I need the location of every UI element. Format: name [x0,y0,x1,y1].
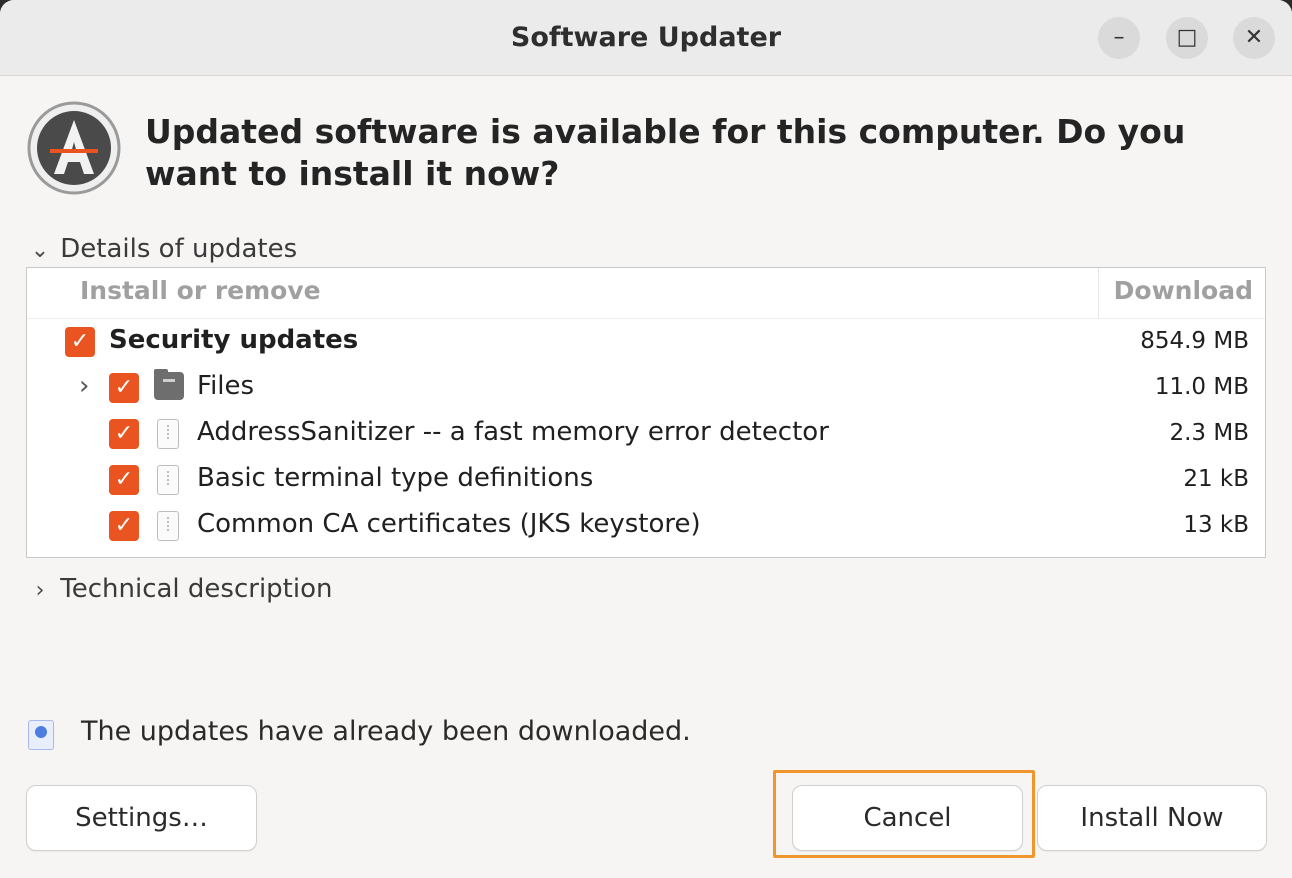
row-name: AddressSanitizer -- a fast memory error … [197,417,829,447]
checkbox[interactable] [109,557,139,558]
close-icon: ✕ [1244,25,1264,50]
title-bar[interactable]: Software Updater – □ ✕ [0,0,1292,76]
checkbox[interactable]: ✓ [109,373,139,403]
update-headline: Updated software is available for this c… [145,112,1186,193]
row-size: 21 kB [1183,466,1249,492]
package-icon [157,419,179,449]
technical-description-expander[interactable]: › Technical description [28,572,333,606]
table-row-security-updates[interactable]: ✓ Security updates 854.9 MB [27,319,1265,365]
minimize-icon: – [1113,25,1125,50]
details-expander-label: Details of updates [60,234,298,264]
row-size: 854.9 MB [1140,328,1249,354]
download-info-icon [28,720,54,750]
package-icon [157,557,179,558]
updates-table: Install or remove Download ✓ Security up… [26,267,1266,558]
table-row[interactable]: ✓ AddressSanitizer -- a fast memory erro… [27,411,1265,457]
package-icon [157,511,179,541]
table-row[interactable]: › ✓ Files 11.0 MB [27,365,1265,411]
chevron-right-icon[interactable]: › [79,371,89,401]
table-row[interactable]: ✓ Basic terminal type definitions 21 kB [27,457,1265,503]
software-updater-icon [27,101,121,195]
table-header: Install or remove Download [27,268,1265,319]
maximize-icon: □ [1176,25,1198,50]
checkbox[interactable]: ✓ [109,419,139,449]
column-header-download[interactable]: Download [1114,276,1253,305]
technical-expander-label: Technical description [60,574,333,604]
minimize-button[interactable]: – [1098,17,1140,59]
maximize-button[interactable]: □ [1166,17,1208,59]
checkbox[interactable]: ✓ [65,327,95,357]
row-name: Common CA certificates (JKS keystore) [197,509,701,539]
close-button[interactable]: ✕ [1233,17,1275,59]
table-row-partial[interactable] [27,549,1265,558]
row-size: 11.0 MB [1154,374,1249,400]
status-message: The updates have already been downloaded… [81,716,691,747]
package-icon [157,465,179,495]
settings-button[interactable]: Settings… [26,785,257,851]
checkbox[interactable]: ✓ [109,511,139,541]
column-separator [1098,268,1099,318]
row-name: Files [197,371,255,401]
column-header-name[interactable]: Install or remove [80,276,321,305]
chevron-down-icon: ⌄ [30,238,50,263]
chevron-right-icon: › [35,578,45,603]
row-size: 2.3 MB [1169,420,1249,446]
row-name: Basic terminal type definitions [197,463,594,493]
row-name: Security updates [109,325,359,355]
folder-icon [154,369,184,400]
software-updater-window: Software Updater – □ ✕ Updated software … [0,0,1292,878]
row-size: 13 kB [1183,512,1249,538]
details-expander[interactable]: ⌄ Details of updates [28,232,297,266]
cancel-highlight-box [773,770,1035,858]
install-now-button[interactable]: Install Now [1037,785,1267,851]
checkbox[interactable]: ✓ [109,465,139,495]
table-row[interactable]: ✓ Common CA certificates (JKS keystore) … [27,503,1265,549]
